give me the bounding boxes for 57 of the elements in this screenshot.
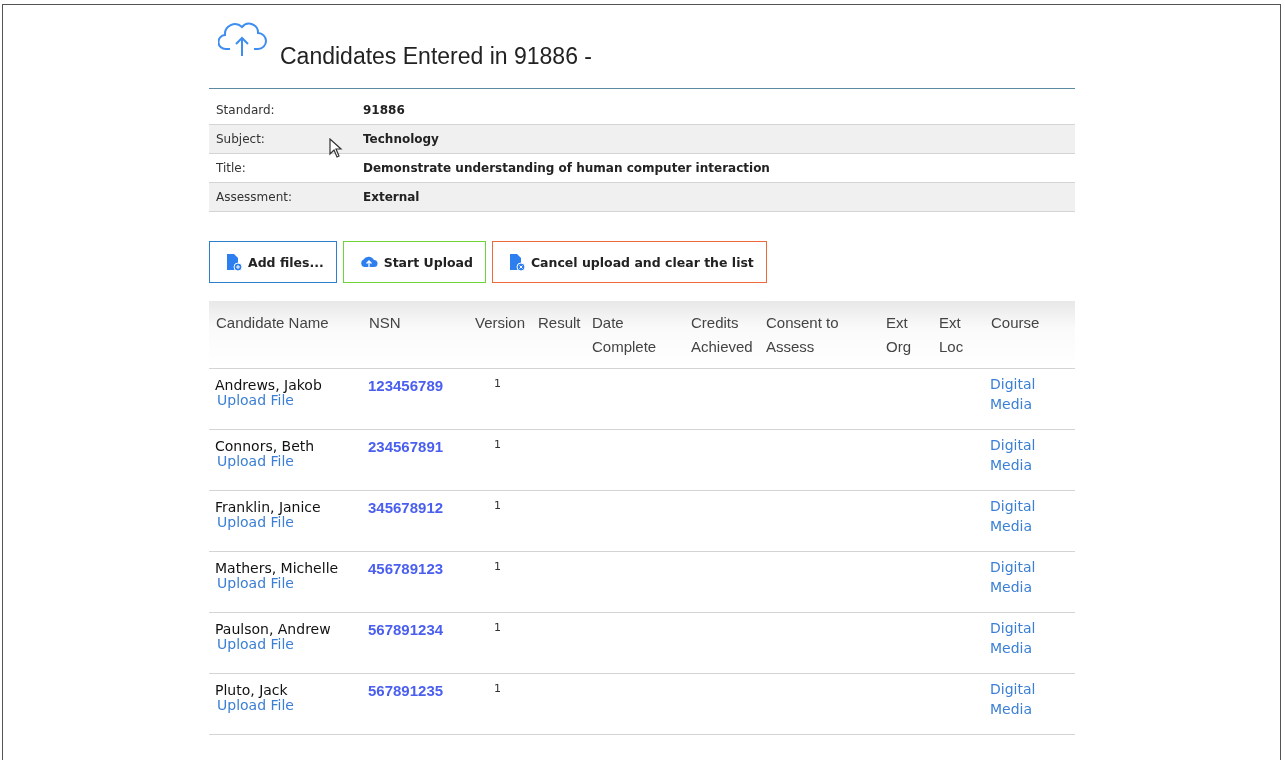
detail-value: Technology [363, 132, 439, 146]
cloud-upload-icon [359, 255, 378, 269]
column-header: NSN [369, 314, 401, 331]
version-cell: 1 [494, 438, 501, 451]
course-link[interactable]: Digital Media [990, 496, 1036, 536]
nsn-link[interactable]: 567891234 [368, 621, 444, 638]
upload-file-link[interactable]: Upload File [217, 515, 294, 530]
candidate-name: Mathers, Michelle [215, 560, 339, 576]
detail-label: Assessment: [215, 190, 294, 204]
version-cell: 1 [494, 499, 501, 512]
nsn-link[interactable]: 234567891 [368, 438, 444, 455]
action-button[interactable]: Cancel upload and clear the list [491, 241, 767, 283]
version-cell: 1 [494, 560, 501, 573]
course-link[interactable]: Digital Media [990, 557, 1036, 597]
version-cell: 1 [494, 377, 501, 390]
cloud-upload-icon [218, 21, 268, 57]
nsn-link[interactable]: 345678912 [368, 499, 444, 516]
version-cell: 1 [494, 621, 501, 634]
column-header: Date Complete [592, 314, 657, 355]
file-cancel-icon [508, 252, 525, 272]
upload-file-link[interactable]: Upload File [217, 576, 294, 591]
upload-file-link[interactable]: Upload File [217, 637, 294, 652]
course-link[interactable]: Digital Media [990, 679, 1036, 719]
version-cell: 1 [494, 682, 501, 695]
detail-label: Title: [215, 161, 247, 175]
course-link[interactable]: Digital Media [990, 435, 1036, 475]
course-link[interactable]: Digital Media [990, 374, 1036, 414]
nsn-link[interactable]: 567891235 [368, 682, 444, 699]
column-header: Version [475, 314, 526, 331]
nsn-link[interactable]: 456789123 [368, 560, 444, 577]
column-header: Course [991, 314, 1040, 331]
candidate-name: Franklin, Janice [215, 499, 321, 515]
mouse-pointer-icon [329, 138, 343, 159]
detail-value: External [363, 190, 420, 204]
detail-value: 91886 [363, 103, 405, 117]
column-header: Result [538, 314, 581, 331]
column-header: Candidate Name [216, 314, 329, 331]
course-link[interactable]: Digital Media [990, 618, 1036, 658]
detail-label: Subject: [215, 132, 266, 146]
candidate-name: Connors, Beth [215, 438, 315, 454]
page-title: Candidates Entered in 91886 - [280, 43, 592, 70]
upload-file-link[interactable]: Upload File [217, 454, 294, 469]
detail-value: Demonstrate understanding of human computer interaction [363, 161, 770, 175]
column-header: Credits Achieved [691, 314, 753, 355]
upload-file-link[interactable]: Upload File [217, 393, 294, 408]
column-header: Consent to Assess [766, 314, 839, 355]
action-button[interactable]: Add files... [209, 241, 337, 283]
candidate-name: Pluto, Jack [215, 682, 288, 698]
upload-file-link[interactable]: Upload File [217, 698, 294, 713]
candidate-name: Andrews, Jakob [215, 377, 322, 393]
detail-label: Standard: [215, 103, 276, 117]
column-header: Ext Loc [939, 314, 964, 355]
file-plus-icon [226, 252, 242, 272]
nsn-link[interactable]: 123456789 [368, 377, 444, 394]
action-button[interactable]: Start Upload [342, 241, 486, 283]
candidate-name: Paulson, Andrew [215, 621, 331, 637]
column-header: Ext Org [886, 314, 911, 355]
